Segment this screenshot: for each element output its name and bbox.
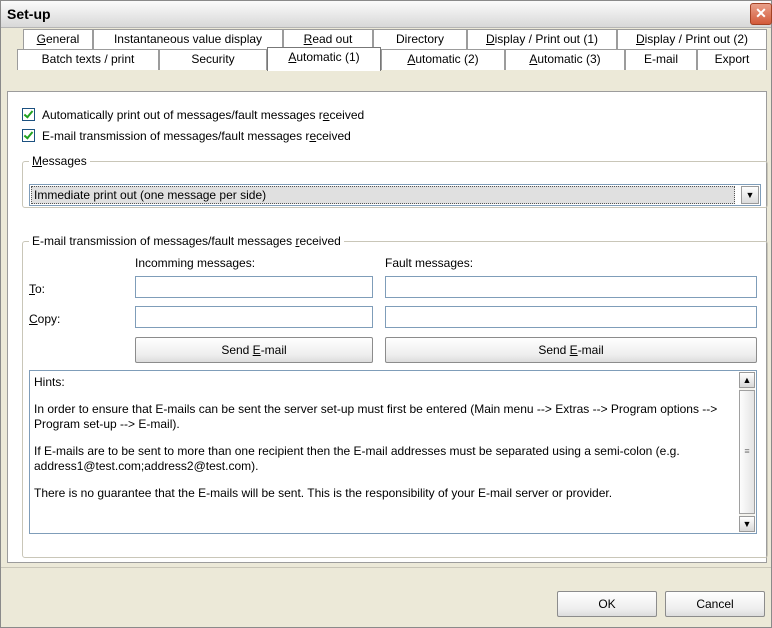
hints-paragraph-3: There is no guarantee that the E-mails w… [34, 486, 613, 500]
messages-select-value: Immediate print out (one message per sid… [31, 186, 735, 204]
hints-paragraph-2: If E-mails are to be sent to more than o… [34, 444, 680, 473]
close-icon[interactable]: ✕ [750, 3, 772, 25]
cancel-button[interactable]: Cancel [665, 591, 765, 617]
copy-fault-input[interactable] [385, 306, 757, 328]
footer-divider [1, 567, 771, 568]
hints-scrollbar[interactable]: ▲ ≡ ▼ [739, 372, 755, 532]
messages-select[interactable]: Immediate print out (one message per sid… [29, 184, 761, 206]
send-email-incoming-button[interactable]: Send E-mail [135, 337, 373, 363]
checkbox-check-icon[interactable] [22, 129, 35, 142]
hints-textarea[interactable]: Hints: In order to ensure that E-mails c… [29, 370, 757, 534]
incoming-messages-header: Incomming messages: [135, 256, 256, 270]
email-transmission-checkbox-row[interactable]: E-mail transmission of messages/fault me… [22, 127, 351, 145]
send-email-fault-button[interactable]: Send E-mail [385, 337, 757, 363]
tab-automatic-2[interactable]: Automatic (2) [381, 49, 505, 70]
email-transmission-group: E-mail transmission of messages/fault me… [22, 234, 768, 558]
email-transmission-legend: E-mail transmission of messages/fault me… [32, 234, 341, 248]
setup-dialog: Set-up ✕ General Instantaneous value dis… [0, 0, 772, 628]
scroll-down-icon[interactable]: ▼ [739, 516, 755, 532]
checkbox-check-icon[interactable] [22, 108, 35, 121]
copy-incoming-input[interactable] [135, 306, 373, 328]
tab-instantaneous-value-display[interactable]: Instantaneous value display [93, 29, 283, 50]
tab-display-print-2[interactable]: Display / Print out (2) [617, 29, 767, 50]
tab-display-print-1[interactable]: Display / Print out (1) [467, 29, 617, 50]
tab-batch-texts-print[interactable]: Batch texts / print [17, 49, 159, 70]
messages-group: Messages Immediate print out (one messag… [22, 154, 768, 208]
to-incoming-input[interactable] [135, 276, 373, 298]
window-title: Set-up [7, 6, 51, 22]
tab-email[interactable]: E-mail [625, 49, 697, 70]
tab-automatic-1[interactable]: Automatic (1) [267, 47, 381, 71]
tab-general[interactable]: General [23, 29, 93, 50]
tab-security[interactable]: Security [159, 49, 267, 70]
to-label: To: [29, 282, 46, 296]
tab-strip: General Instantaneous value display Read… [7, 29, 767, 93]
tab-automatic-3[interactable]: Automatic (3) [505, 49, 625, 70]
tab-panel-automatic-1: Automatically print out of messages/faul… [7, 91, 768, 563]
ok-button[interactable]: OK [557, 591, 657, 617]
copy-label: Copy: [29, 312, 61, 326]
scrollbar-thumb[interactable]: ≡ [739, 390, 755, 514]
tab-export[interactable]: Export [697, 49, 767, 70]
hints-paragraph-1: In order to ensure that E-mails can be s… [34, 402, 718, 431]
dropdown-arrow-icon[interactable]: ▼ [741, 186, 759, 204]
hints-title: Hints: [34, 375, 65, 389]
to-fault-input[interactable] [385, 276, 757, 298]
auto-print-checkbox-row[interactable]: Automatically print out of messages/faul… [22, 106, 364, 124]
scroll-up-icon[interactable]: ▲ [739, 372, 755, 388]
messages-legend: Messages [32, 154, 87, 168]
title-bar[interactable]: Set-up ✕ [1, 1, 772, 28]
fault-messages-header: Fault messages: [385, 256, 474, 270]
tab-directory[interactable]: Directory [373, 29, 467, 50]
